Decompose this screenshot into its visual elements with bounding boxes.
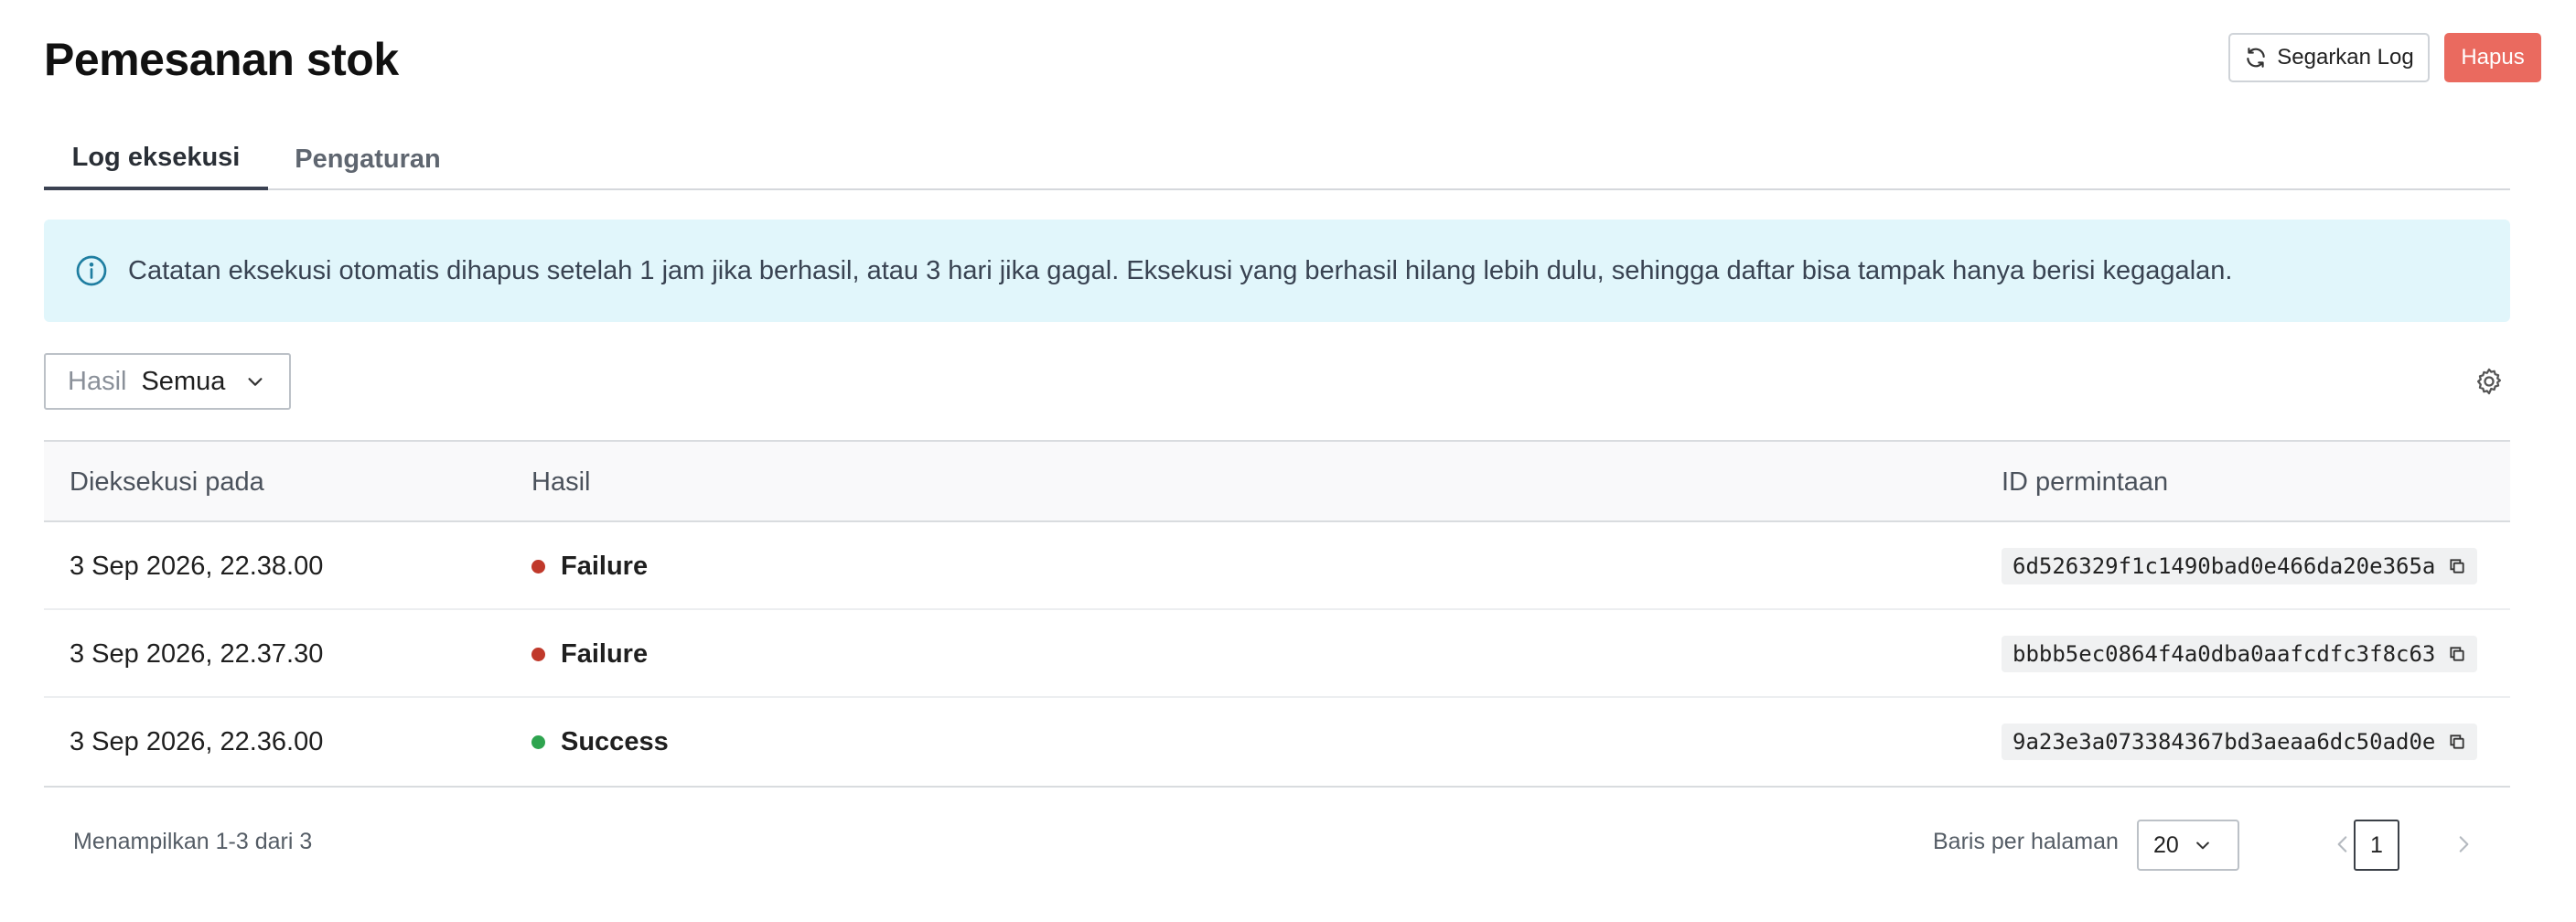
page-title: Pemesanan stok	[44, 34, 399, 85]
rows-per-page-select[interactable]: 20	[2137, 820, 2239, 871]
table-header: Dieksekusi pada Hasil ID permintaan	[44, 442, 2510, 522]
failure-status-dot	[531, 647, 545, 661]
page-number-button[interactable]: 1	[2354, 820, 2399, 871]
request-id-chip: 6d526329f1c1490bad0e466da20e365a	[2002, 548, 2478, 584]
request-id-chip: 9a23e3a073384367bd3aeaa6dc50ad0e	[2002, 724, 2478, 760]
refresh-log-button[interactable]: Segarkan Log	[2228, 33, 2430, 82]
executed-at-cell: 3 Sep 2026, 22.36.00	[70, 726, 324, 756]
success-status-dot	[531, 734, 545, 749]
tab-execution-log[interactable]: Log eksekusi	[44, 128, 268, 190]
tab-bar: Log eksekusi Pengaturan	[44, 128, 2510, 190]
request-id-cell: 9a23e3a073384367bd3aeaa6dc50ad0e	[2002, 698, 2478, 786]
table-row: 3 Sep 2026, 22.37.30 Failure bbbb5ec0864…	[44, 610, 2510, 698]
rows-per-page-label: Baris per halaman	[1933, 829, 2119, 854]
result-cell: Success	[531, 698, 669, 786]
request-id-cell: bbbb5ec0864f4a0dba0aafcdfc3f8c63	[2002, 610, 2478, 698]
result-filter-value: Semua	[141, 366, 226, 396]
page: Pemesanan stok Segarkan Log Hapus Log ek…	[44, 0, 2541, 922]
request-id-cell: 6d526329f1c1490bad0e466da20e365a	[2002, 522, 2478, 610]
copy-icon[interactable]	[2448, 645, 2466, 663]
rows-per-page-value: 20	[2153, 831, 2179, 858]
result-cell: Failure	[531, 522, 648, 610]
column-header-executed-at: Dieksekusi pada	[70, 466, 264, 497]
result-filter-dropdown[interactable]: Hasil Semua	[44, 353, 291, 410]
table-row: 3 Sep 2026, 22.38.00 Failure 6d526329f1c…	[44, 522, 2510, 610]
request-id-text: 9a23e3a073384367bd3aeaa6dc50ad0e	[2012, 729, 2436, 755]
tab-settings[interactable]: Pengaturan	[291, 128, 445, 190]
column-header-result: Hasil	[531, 466, 591, 497]
refresh-log-label: Segarkan Log	[2277, 45, 2414, 70]
next-page-chevron-right-icon[interactable]	[2452, 832, 2475, 856]
info-banner: Catatan eksekusi otomatis dihapus setela…	[44, 220, 2510, 322]
request-id-text: 6d526329f1c1490bad0e466da20e365a	[2012, 553, 2436, 579]
refresh-icon	[2247, 48, 2266, 68]
execution-table: Dieksekusi pada Hasil ID permintaan 3 Se…	[44, 440, 2510, 788]
copy-icon[interactable]	[2448, 557, 2466, 575]
copy-icon[interactable]	[2448, 733, 2466, 751]
result-text: Success	[561, 726, 669, 756]
column-header-request-id: ID permintaan	[2002, 466, 2169, 497]
executed-at-cell: 3 Sep 2026, 22.37.30	[70, 638, 324, 669]
gear-icon[interactable]	[2474, 366, 2505, 397]
failure-status-dot	[531, 559, 545, 574]
table-row: 3 Sep 2026, 22.36.00 Success 9a23e3a0733…	[44, 698, 2510, 786]
chevron-down-icon	[2195, 842, 2209, 850]
result-text: Failure	[561, 638, 649, 669]
info-banner-text: Catatan eksekusi otomatis dihapus setela…	[128, 255, 2233, 285]
request-id-text: bbbb5ec0864f4a0dba0aafcdfc3f8c63	[2012, 641, 2436, 667]
info-icon	[76, 255, 107, 286]
result-filter-label: Hasil	[68, 366, 127, 396]
chevron-down-icon	[248, 378, 263, 386]
result-text: Failure	[561, 551, 649, 581]
previous-page-chevron-left-icon[interactable]	[2331, 832, 2355, 856]
request-id-chip: bbbb5ec0864f4a0dba0aafcdfc3f8c63	[2002, 636, 2478, 672]
delete-button[interactable]: Hapus	[2444, 33, 2541, 82]
result-cell: Failure	[531, 610, 648, 698]
executed-at-cell: 3 Sep 2026, 22.38.00	[70, 551, 324, 581]
pagination-summary: Menampilkan 1-3 dari 3	[73, 829, 313, 854]
